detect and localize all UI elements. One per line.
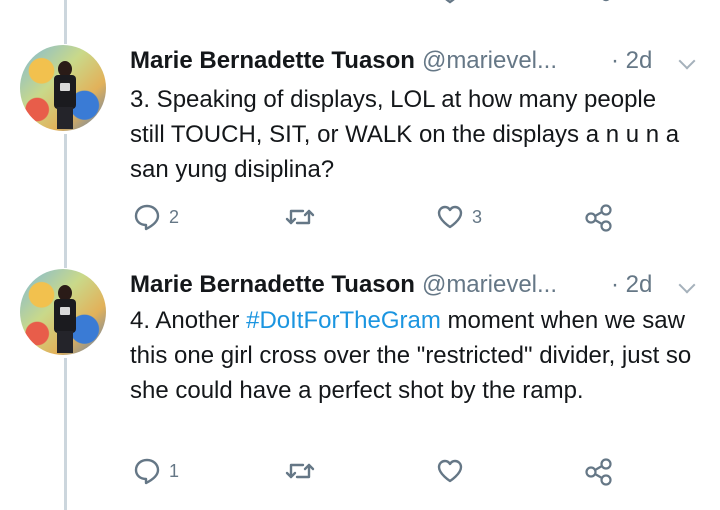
- avatar[interactable]: [20, 45, 106, 131]
- share-icon: [585, 204, 612, 232]
- chevron-down-icon[interactable]: [678, 276, 696, 294]
- tweet-timestamp[interactable]: · 2d: [611, 271, 652, 299]
- reply-bubble-icon: [134, 458, 160, 485]
- share-icon: [585, 458, 612, 486]
- tweet-header: Marie Bernadette Tuason @marievel...: [130, 271, 557, 299]
- author-name[interactable]: Marie Bernadette Tuason: [130, 271, 415, 299]
- heart-icon: [437, 205, 463, 229]
- chevron-down-icon[interactable]: [678, 52, 696, 70]
- reply-button[interactable]: 2: [133, 203, 179, 231]
- author-name[interactable]: Marie Bernadette Tuason: [130, 47, 415, 75]
- retweet-icon: [285, 463, 315, 479]
- like-button[interactable]: [436, 457, 472, 485]
- like-button[interactable]: 3: [436, 203, 482, 231]
- reply-count: 2: [169, 206, 180, 227]
- reply-count: 1: [169, 460, 180, 481]
- share-button[interactable]: [584, 203, 614, 233]
- tweet-timestamp[interactable]: · 2d: [611, 47, 652, 75]
- tweet[interactable]: Marie Bernadette Tuason @marievel... · 2…: [0, 40, 720, 245]
- tweet-text: 4. Another #DoItForTheGram moment when w…: [130, 307, 692, 404]
- share-button[interactable]: [584, 457, 614, 487]
- thread-line-top: [64, 0, 67, 44]
- reply-bubble-icon: [134, 204, 160, 231]
- hashtag-link[interactable]: #DoItForTheGram: [246, 307, 441, 334]
- retweet-icon: [285, 209, 315, 225]
- retweet-icon[interactable]: [286, 0, 312, 6]
- heart-icon[interactable]: [437, 0, 463, 6]
- tweet-text: 3. Speaking of displays, LOL at how many…: [130, 86, 680, 183]
- author-handle[interactable]: @marievel...: [422, 271, 557, 299]
- tweet[interactable]: Marie Bernadette Tuason @marievel... · 2…: [0, 264, 720, 510]
- author-handle[interactable]: @marievel...: [422, 47, 557, 75]
- retweet-button[interactable]: [285, 457, 323, 485]
- reply-button[interactable]: 1: [133, 457, 179, 485]
- reply-bubble-icon[interactable]: [134, 0, 158, 6]
- like-count: 3: [472, 206, 483, 227]
- retweet-button[interactable]: [285, 203, 323, 231]
- heart-icon: [437, 459, 463, 483]
- tweet-header: Marie Bernadette Tuason @marievel...: [130, 47, 557, 75]
- share-icon[interactable]: [596, 0, 616, 8]
- avatar[interactable]: [20, 269, 106, 355]
